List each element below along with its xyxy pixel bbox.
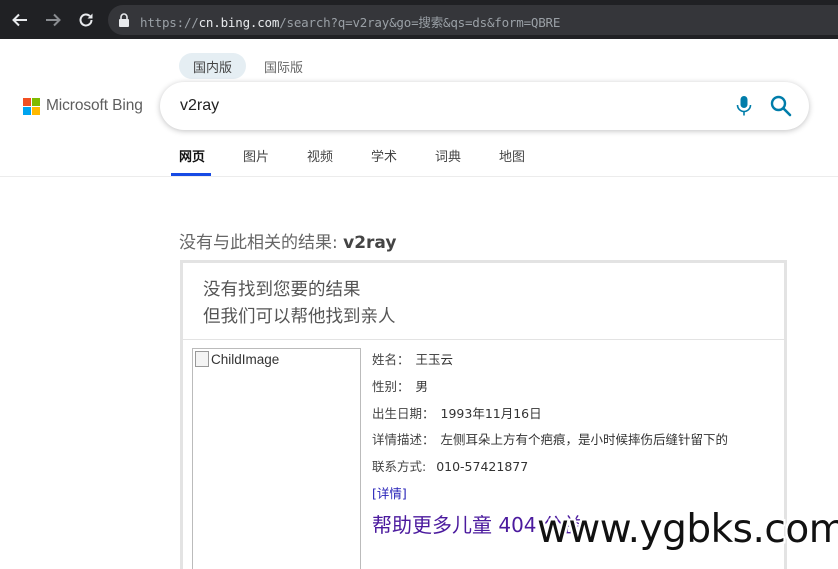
field-label: 详情描述： bbox=[372, 432, 435, 447]
no-result-message: 没有与此相关的结果: v2ray bbox=[179, 228, 396, 253]
browser-toolbar: https://cn.bing.com/search?q=v2ray&go=搜索… bbox=[0, 0, 838, 39]
detail-link[interactable]: [详情] bbox=[372, 483, 407, 502]
field-label: 出生日期： bbox=[372, 406, 435, 421]
url-scheme: https:// bbox=[140, 15, 199, 30]
tab-images[interactable]: 图片 bbox=[243, 146, 269, 165]
field-label: 性别： bbox=[372, 379, 410, 394]
image-alt-text: ChildImage bbox=[211, 351, 280, 367]
tab-maps[interactable]: 地图 bbox=[499, 146, 525, 165]
field-description: 详情描述： 左侧耳朵上方有个疤痕，是小时候摔伤后缝针留下的 bbox=[372, 429, 728, 448]
scope-domestic-tab[interactable]: 国内版 bbox=[179, 53, 247, 79]
field-value: 左侧耳朵上方有个疤痕，是小时候摔伤后缝针留下的 bbox=[440, 432, 729, 447]
back-arrow-icon[interactable] bbox=[8, 8, 32, 32]
search-icon[interactable] bbox=[770, 95, 792, 117]
active-tab-indicator bbox=[171, 173, 211, 176]
lock-icon bbox=[119, 13, 129, 27]
forward-arrow-icon[interactable] bbox=[41, 8, 65, 32]
no-result-prefix: 没有与此相关的结果: bbox=[179, 233, 344, 253]
broken-image-icon bbox=[195, 351, 209, 367]
microphone-icon[interactable] bbox=[734, 95, 754, 117]
scope-international-tab[interactable]: 国际版 bbox=[264, 53, 303, 79]
tab-dictionary[interactable]: 词典 bbox=[435, 146, 461, 165]
field-value: 010-57421877 bbox=[436, 459, 529, 474]
card-line-2: 但我们可以帮他找到亲人 bbox=[203, 307, 396, 327]
tab-academic[interactable]: 学术 bbox=[371, 146, 397, 165]
tab-web[interactable]: 网页 bbox=[179, 146, 205, 165]
broken-image-placeholder: ChildImage bbox=[195, 351, 279, 367]
logo-text: Microsoft Bing bbox=[46, 97, 143, 114]
search-input[interactable] bbox=[180, 94, 700, 118]
card-line-1: 没有找到您要的结果 bbox=[203, 280, 361, 300]
bing-logo[interactable]: Microsoft Bing bbox=[23, 97, 143, 115]
address-bar[interactable]: https://cn.bing.com/search?q=v2ray&go=搜索… bbox=[108, 5, 838, 35]
field-gender: 性别： 男 bbox=[372, 376, 428, 395]
field-value: 男 bbox=[415, 379, 429, 394]
child-image: ChildImage bbox=[192, 348, 361, 569]
reload-icon[interactable] bbox=[74, 8, 98, 32]
field-value: 王玉云 bbox=[415, 352, 454, 367]
field-birthdate: 出生日期： 1993年11月16日 bbox=[372, 403, 542, 422]
card-header: 没有找到您要的结果 但我们可以帮他找到亲人 bbox=[183, 263, 784, 340]
url-host: cn.bing.com bbox=[198, 15, 280, 30]
url-path: /search?q=v2ray&go=搜索&qs=ds&form=QBRE bbox=[279, 15, 561, 30]
field-value: 1993年11月16日 bbox=[440, 406, 542, 421]
field-label: 联系方式: bbox=[372, 459, 431, 474]
watermark: www.ygbks.com bbox=[537, 507, 838, 552]
url-text[interactable]: https://cn.bing.com/search?q=v2ray&go=搜索… bbox=[140, 12, 560, 31]
tab-videos[interactable]: 视频 bbox=[307, 146, 333, 165]
field-contact: 联系方式: 010-57421877 bbox=[372, 456, 528, 475]
search-tabs: 网页 图片 视频 学术 词典 地图 bbox=[0, 141, 838, 177]
field-label: 姓名： bbox=[372, 352, 410, 367]
no-result-query: v2ray bbox=[343, 233, 397, 253]
field-name: 姓名： 王玉云 bbox=[372, 349, 453, 368]
search-box bbox=[160, 82, 809, 130]
microsoft-logo-icon bbox=[23, 97, 40, 115]
